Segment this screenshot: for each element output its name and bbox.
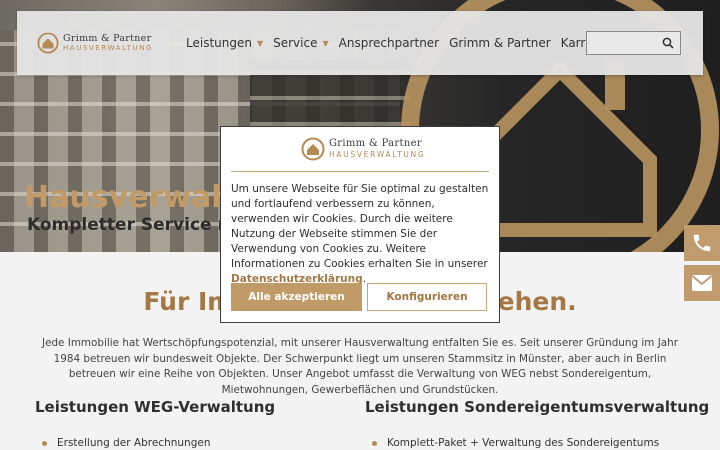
configure-button[interactable]: Konfigurieren xyxy=(367,283,487,311)
cookie-text-end: . xyxy=(362,273,366,285)
logo-name: Grimm & Partner xyxy=(329,138,422,150)
accept-all-button[interactable]: Alle akzeptieren xyxy=(231,283,362,311)
cookie-text-body: Um unsere Webseite für Sie optimal zu ge… xyxy=(231,183,489,270)
logo-house-icon xyxy=(301,137,325,161)
cookie-consent-dialog: Grimm & Partner HAUSVERWALTUNG Um unsere… xyxy=(220,126,500,323)
divider xyxy=(231,171,489,172)
cookie-text: Um unsere Webseite für Sie optimal zu ge… xyxy=(231,182,493,287)
logo-subtitle: HAUSVERWALTUNG xyxy=(329,150,426,160)
modal-logo: Grimm & Partner HAUSVERWALTUNG xyxy=(301,137,425,161)
